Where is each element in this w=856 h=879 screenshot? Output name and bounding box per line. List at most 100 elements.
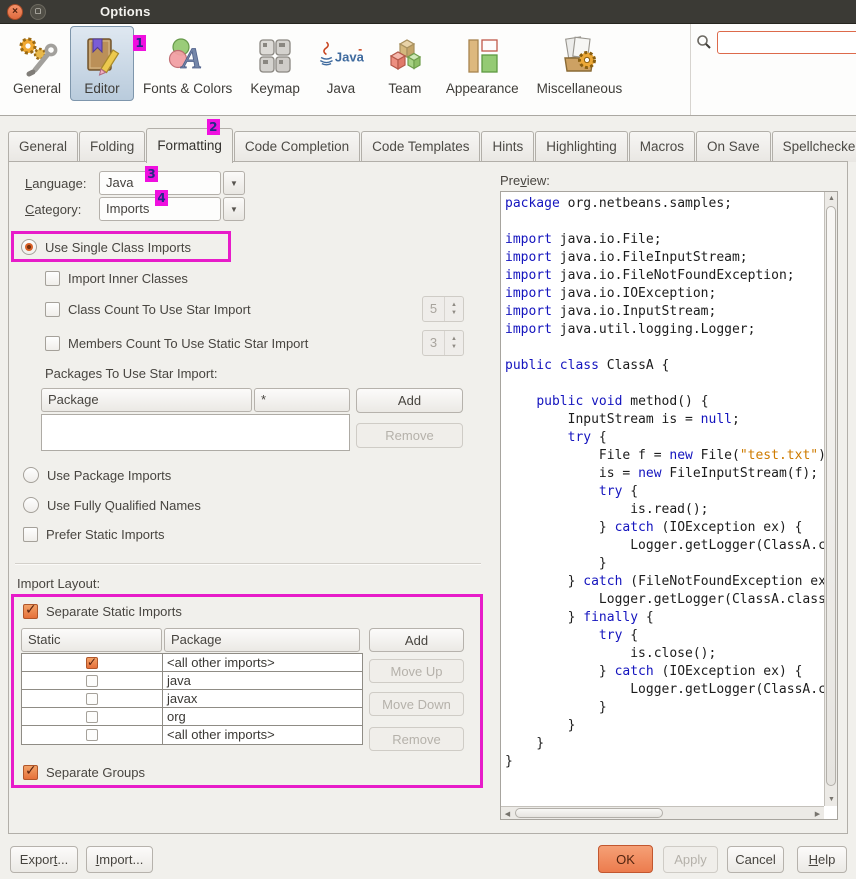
import-inner-classes-checkbox[interactable] xyxy=(45,271,60,286)
layout-row-package-cell[interactable]: <all other imports> xyxy=(163,654,362,671)
tab-code-completion[interactable]: Code Completion xyxy=(234,131,360,162)
java-logo-icon: Java xyxy=(318,33,364,79)
layout-row-static-checkbox[interactable] xyxy=(86,729,98,741)
toolbar-item-editor[interactable]: Editor1 xyxy=(70,26,134,101)
use-package-imports-radio[interactable] xyxy=(23,467,39,483)
preview-code[interactable]: package org.netbeans.samples; import jav… xyxy=(501,192,824,806)
layout-row-package-cell[interactable]: javax xyxy=(163,690,362,707)
scroll-left-icon[interactable]: ◀ xyxy=(501,807,514,820)
code-line: Logger.getLogger(ClassA.class.getName())… xyxy=(505,681,824,699)
toolbar-item-fonts-colors[interactable]: AFonts & Colors xyxy=(134,26,241,101)
class-count-checkbox[interactable] xyxy=(45,302,60,317)
package-column-header[interactable]: Package xyxy=(41,388,252,412)
toolbar-item-label: Miscellaneous xyxy=(537,81,623,96)
class-count-spinner[interactable]: 5 ▲▼ xyxy=(422,296,464,322)
layout-table-row[interactable]: javax xyxy=(22,690,362,708)
package-add-button[interactable]: Add xyxy=(356,388,463,413)
separate-groups-checkbox[interactable] xyxy=(23,765,38,780)
preview-label: Preview: xyxy=(500,173,550,188)
toolbar-item-appearance[interactable]: Appearance xyxy=(437,26,528,101)
prefer-static-imports-checkbox[interactable] xyxy=(23,527,38,542)
vertical-scrollbar[interactable]: ▲ ▼ xyxy=(824,192,837,806)
import-layout-table: <all other imports>javajavaxorg<all othe… xyxy=(21,653,363,745)
code-line: } xyxy=(505,717,824,735)
layout-row-static-checkbox[interactable] xyxy=(86,657,98,669)
code-line: import java.io.File; xyxy=(505,231,824,249)
horizontal-scroll-thumb[interactable] xyxy=(515,808,663,818)
tab-on-save[interactable]: On Save xyxy=(696,131,771,162)
layout-row-static-checkbox[interactable] xyxy=(86,675,98,687)
chevron-down-icon[interactable]: ▼ xyxy=(223,197,245,221)
layout-table-row[interactable]: <all other imports> xyxy=(22,654,362,672)
help-button[interactable]: Help xyxy=(797,846,847,873)
apply-button[interactable]: Apply xyxy=(663,846,718,873)
toolbar-item-general[interactable]: General xyxy=(4,26,70,101)
use-single-class-imports-radio[interactable] xyxy=(21,239,37,255)
toolbar-item-miscellaneous[interactable]: Miscellaneous xyxy=(528,26,632,101)
layout-row-static-cell xyxy=(22,690,163,707)
toolbar-item-keymap[interactable]: Keymap xyxy=(241,26,309,101)
import-button[interactable]: Import... xyxy=(86,846,153,873)
layout-row-static-cell xyxy=(22,672,163,689)
vertical-scroll-thumb[interactable] xyxy=(826,206,836,786)
tab-label: Code Templates xyxy=(372,139,469,154)
layout-table-row[interactable]: org xyxy=(22,708,362,726)
category-combobox[interactable]: Imports ▼ 4 xyxy=(99,197,245,221)
cancel-button[interactable]: Cancel xyxy=(727,846,784,873)
members-count-spinner[interactable]: 3 ▲▼ xyxy=(422,330,464,356)
layout-row-package-cell[interactable]: org xyxy=(163,708,362,725)
layout-package-column-header[interactable]: Package xyxy=(164,628,360,652)
tab-folding[interactable]: Folding xyxy=(79,131,145,162)
tab-hints[interactable]: Hints xyxy=(481,131,534,162)
layout-remove-button[interactable]: Remove xyxy=(369,727,464,751)
package-remove-button[interactable]: Remove xyxy=(356,423,463,448)
tab-highlighting[interactable]: Highlighting xyxy=(535,131,628,162)
layout-row-static-checkbox[interactable] xyxy=(86,711,98,723)
language-label: Language: xyxy=(25,176,91,191)
scroll-down-icon[interactable]: ▼ xyxy=(825,793,838,806)
toolbar-item-team[interactable]: Team xyxy=(373,26,437,101)
toolbar-item-label: Keymap xyxy=(250,81,300,96)
tab-formatting[interactable]: Formatting2 xyxy=(146,128,233,163)
cubes-icon xyxy=(382,33,428,79)
scroll-up-icon[interactable]: ▲ xyxy=(825,192,838,205)
window-title: Options xyxy=(100,4,151,19)
ok-button[interactable]: OK xyxy=(598,845,653,873)
tab-spellchecker[interactable]: Spellchecker xyxy=(772,131,856,162)
package-table-body[interactable] xyxy=(41,414,350,451)
search-input[interactable] xyxy=(717,31,856,54)
layout-move-up-button[interactable]: Move Up xyxy=(369,659,464,683)
close-icon[interactable]: × xyxy=(7,4,23,20)
layout-table-row[interactable]: java xyxy=(22,672,362,690)
tab-label: Hints xyxy=(492,139,523,154)
separate-static-imports-checkbox[interactable] xyxy=(23,604,38,619)
spinner-down-icon[interactable]: ▼ xyxy=(451,343,457,351)
scroll-right-icon[interactable]: ▶ xyxy=(811,807,824,820)
export-button[interactable]: Export... xyxy=(10,846,78,873)
star-column-header[interactable]: * xyxy=(254,388,350,412)
spinner-up-icon[interactable]: ▲ xyxy=(451,335,457,343)
tab-code-templates[interactable]: Code Templates xyxy=(361,131,480,162)
spinner-up-icon[interactable]: ▲ xyxy=(451,301,457,309)
chevron-down-icon[interactable]: ▼ xyxy=(223,171,245,195)
maximize-icon[interactable]: ▢ xyxy=(30,4,46,20)
code-line: Logger.getLogger(ClassA.class.getName())… xyxy=(505,537,824,555)
spinner-down-icon[interactable]: ▼ xyxy=(451,309,457,317)
tab-macros[interactable]: Macros xyxy=(629,131,695,162)
toolbar-item-java[interactable]: JavaJava xyxy=(309,26,373,101)
language-combobox[interactable]: Java ▼ 3 xyxy=(99,171,245,195)
layout-move-down-button[interactable]: Move Down xyxy=(369,692,464,716)
tab-general[interactable]: General xyxy=(8,131,78,162)
prefer-static-imports-label: Prefer Static Imports xyxy=(46,527,164,542)
layout-row-static-checkbox[interactable] xyxy=(86,693,98,705)
members-count-checkbox[interactable] xyxy=(45,336,60,351)
static-column-header[interactable]: Static xyxy=(21,628,162,652)
layout-add-button[interactable]: Add xyxy=(369,628,464,652)
layout-row-package-cell[interactable]: <all other imports> xyxy=(163,726,362,744)
layout-row-package-cell[interactable]: java xyxy=(163,672,362,689)
layout-table-row[interactable]: <all other imports> xyxy=(22,726,362,744)
horizontal-scrollbar[interactable]: ◀ ▶ xyxy=(501,806,824,819)
tab-label: Formatting xyxy=(157,138,222,153)
import-layout-label: Import Layout: xyxy=(17,576,100,591)
use-fully-qualified-radio[interactable] xyxy=(23,497,39,513)
